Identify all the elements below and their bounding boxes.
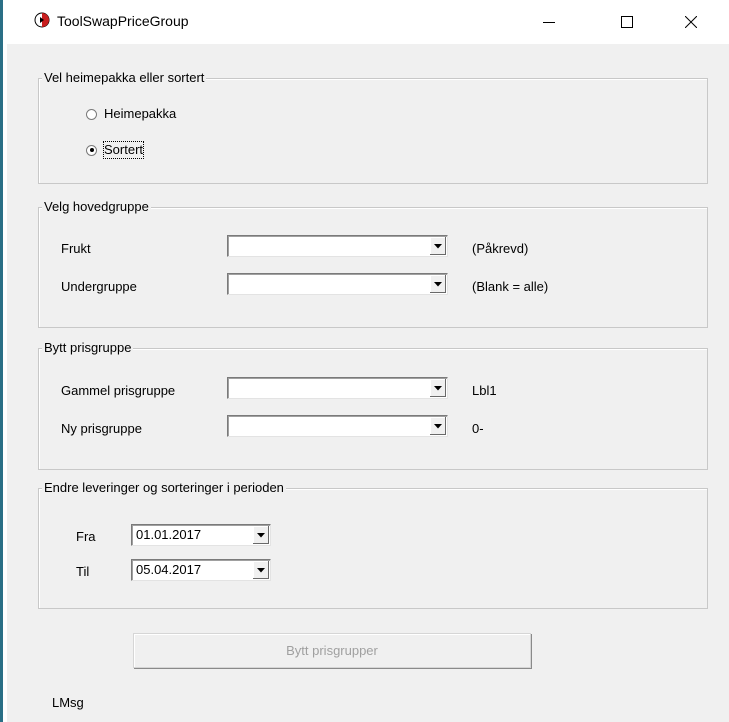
status-message: LMsg <box>52 695 84 710</box>
old-pricegroup-dropdown-button[interactable] <box>429 379 446 397</box>
undergruppe-combobox[interactable] <box>227 273 448 295</box>
undergruppe-label: Undergruppe <box>61 279 137 294</box>
new-pricegroup-label: Ny prisgruppe <box>61 421 142 436</box>
maximize-button[interactable] <box>604 0 650 44</box>
radio-sortert[interactable]: Sortert <box>86 141 145 159</box>
radio-heimepakka-label[interactable]: Heimepakka <box>104 106 176 122</box>
close-icon <box>685 16 697 28</box>
period-group-title: Endre leveringer og sorteringer i period… <box>42 480 286 496</box>
chevron-down-icon <box>434 243 442 248</box>
radio-heimepakka[interactable]: Heimepakka <box>86 106 176 122</box>
til-datepicker[interactable]: 05.04.2017 <box>131 559 271 581</box>
type-group-title: Vel heimepakka eller sortert <box>42 70 207 86</box>
radio-sortert-circle[interactable] <box>86 144 97 156</box>
window-title: ToolSwapPriceGroup <box>57 13 189 29</box>
fra-label: Fra <box>76 529 96 544</box>
chevron-down-icon <box>257 567 265 572</box>
old-pricegroup-label: Gammel prisgruppe <box>61 383 176 398</box>
swap-pricegroups-button-label: Bytt prisgrupper <box>286 643 378 658</box>
old-pricegroup-combobox[interactable] <box>227 377 448 399</box>
til-label: Til <box>76 564 90 579</box>
close-button[interactable] <box>668 0 714 44</box>
new-pricegroup-dropdown-button[interactable] <box>429 417 446 435</box>
radio-sortert-label[interactable]: Sortert <box>102 141 145 159</box>
fra-datepicker[interactable]: 01.01.2017 <box>131 524 271 546</box>
til-dropdown-button[interactable] <box>252 561 269 579</box>
main-groupbox: Velg hovedgruppe Frukt (Påkrevd) Undergr… <box>38 199 708 328</box>
frukt-hint: (Påkrevd) <box>472 241 529 256</box>
chevron-down-icon <box>434 281 442 286</box>
minimize-icon <box>543 22 555 23</box>
chevron-down-icon <box>434 423 442 428</box>
maximize-icon <box>621 16 633 28</box>
frukt-dropdown-button[interactable] <box>429 237 446 255</box>
chevron-down-icon <box>257 532 265 537</box>
frukt-label: Frukt <box>61 241 91 256</box>
period-groupbox: Endre leveringer og sorteringer i period… <box>38 480 708 609</box>
old-pricegroup-hint: Lbl1 <box>472 383 497 398</box>
type-groupbox: Vel heimepakka eller sortert Heimepakka … <box>38 70 708 184</box>
price-groupbox: Bytt prisgruppe Gammel prisgruppe Lbl1 N… <box>38 340 708 470</box>
client-area: Vel heimepakka eller sortert Heimepakka … <box>7 44 729 722</box>
price-group-title: Bytt prisgruppe <box>42 340 134 356</box>
new-pricegroup-combobox[interactable] <box>227 415 448 437</box>
frukt-combobox[interactable] <box>227 235 448 257</box>
undergruppe-hint: (Blank = alle) <box>472 279 549 294</box>
window-left-border <box>0 0 7 722</box>
minimize-button[interactable] <box>526 0 572 44</box>
app-icon <box>34 12 50 28</box>
til-date-value: 05.04.2017 <box>136 562 202 577</box>
new-pricegroup-hint: 0- <box>472 421 484 436</box>
main-group-title: Velg hovedgruppe <box>42 199 151 215</box>
undergruppe-dropdown-button[interactable] <box>429 275 446 293</box>
chevron-down-icon <box>434 385 442 390</box>
swap-pricegroups-button[interactable]: Bytt prisgrupper <box>133 633 531 668</box>
fra-date-value: 01.01.2017 <box>136 527 202 542</box>
radio-heimepakka-circle[interactable] <box>86 108 97 120</box>
title-bar[interactable]: ToolSwapPriceGroup <box>7 0 729 44</box>
fra-dropdown-button[interactable] <box>252 526 269 544</box>
